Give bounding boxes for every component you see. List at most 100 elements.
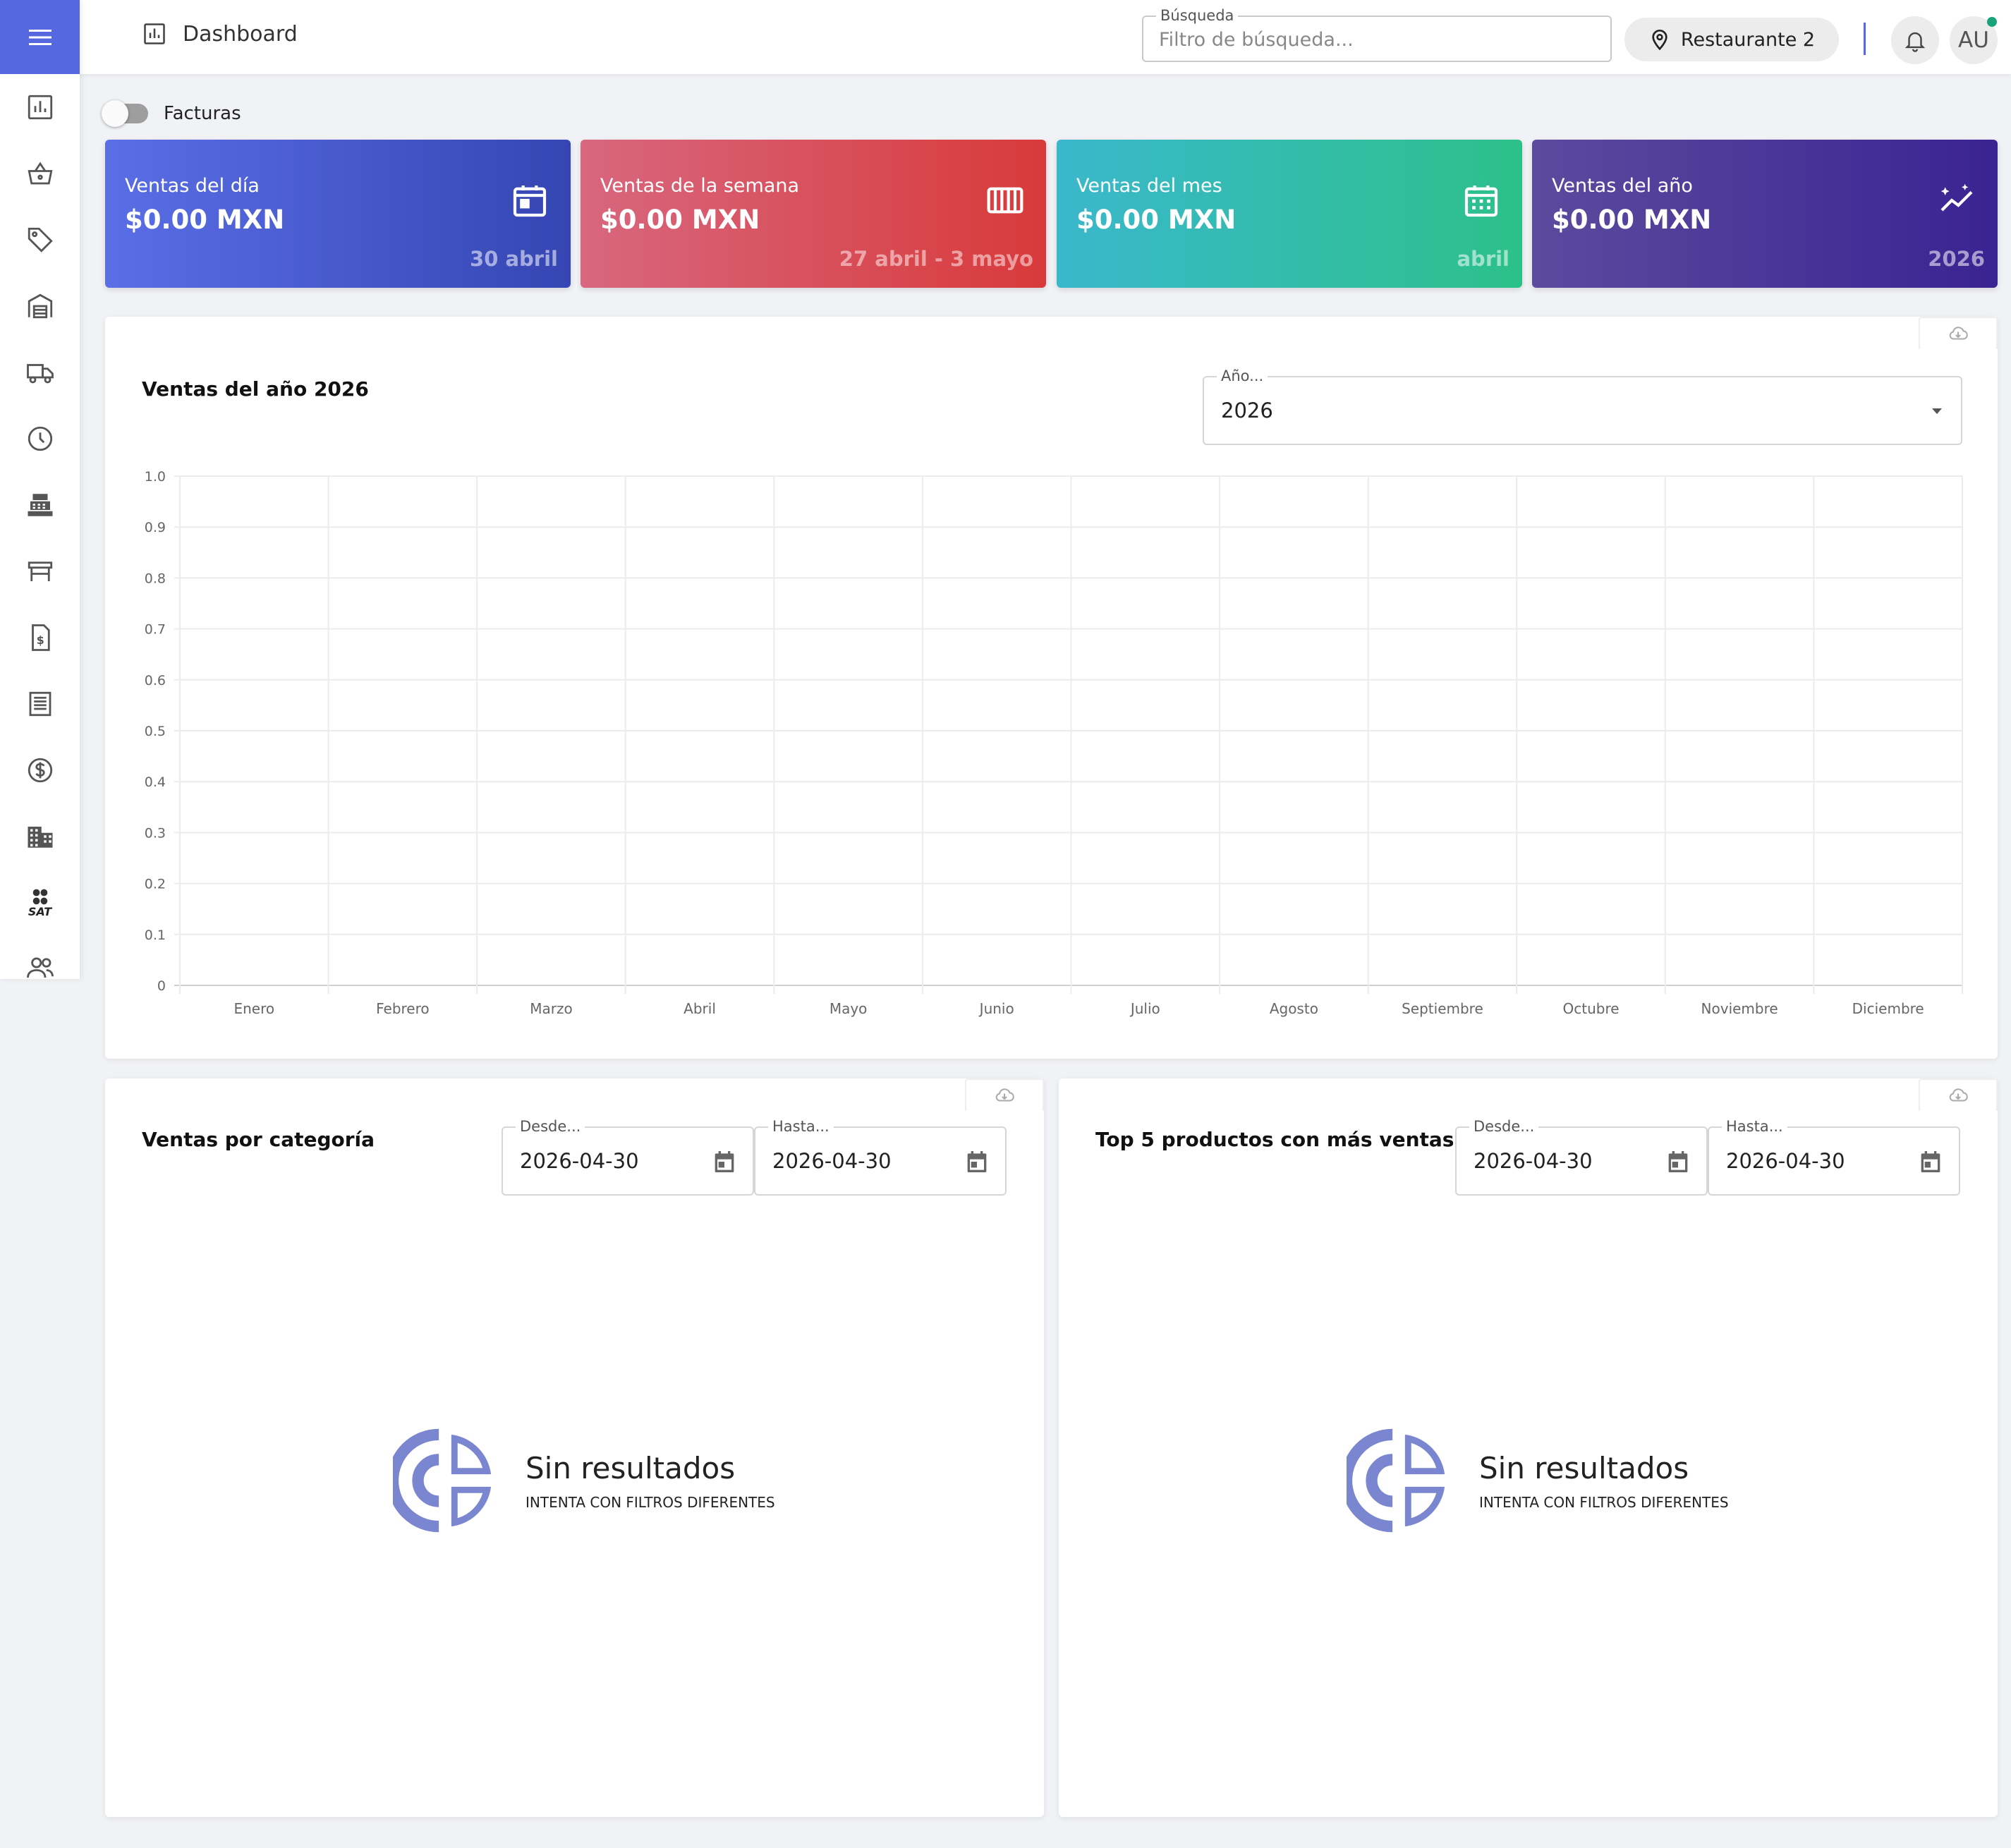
building-icon [28,827,52,848]
dollar-icon [28,758,52,783]
yearly-sales-panel: Ventas del año 2026 Año... 2026 0 0.1 0.2 0… [105,317,1998,1059]
to-legend: Hasta... [1722,1118,1787,1135]
invoices-toggle[interactable] [102,100,148,127]
sidebar-item-billing[interactable]: $ [0,616,80,659]
sidebar-item-warehouse[interactable] [0,285,80,327]
sidebar-item-users[interactable] [0,947,80,989]
y-tick-label: 0.7 [145,622,166,638]
sidebar-item-sat[interactable]: SAT [0,882,80,924]
page-title-group: Dashboard [142,21,298,47]
download-top-products-button[interactable] [1919,1078,1998,1111]
category-panel-title: Ventas por categoría [142,1128,375,1151]
category-to-date[interactable]: Hasta... 2026-04-30 [754,1118,1007,1196]
y-tick-label: 0.4 [145,774,166,790]
card-label: Ventas del día [125,175,260,197]
sidebar-item-receipts[interactable] [0,683,80,725]
top-from-date[interactable]: Desde... 2026-04-30 [1455,1118,1708,1196]
search-input[interactable] [1159,25,1582,54]
x-tick-label: Diciembre [1852,1000,1924,1017]
calendar-week-icon [987,187,1023,214]
card-value: $0.00 MXN [600,205,760,235]
sat-label: SAT [28,905,52,918]
empty-title: Sin resultados [525,1450,736,1485]
trend-sparkle-icon [1940,183,1973,212]
card-label: Ventas del mes [1076,175,1222,197]
yearly-sales-card: Ventas del año $0.00 MXN 2026 [1532,140,1998,288]
empty-results-logo-icon [393,1428,492,1533]
x-tick-label: Agosto [1270,1000,1318,1017]
x-tick-label: Octubre [1563,1000,1620,1017]
sidebar-item-sales[interactable] [0,152,80,195]
y-tick-label: 0.3 [145,825,166,841]
from-value: 2026-04-30 [520,1149,639,1173]
x-tick-label: Mayo [830,1000,868,1017]
sidebar-item-history[interactable] [0,418,80,460]
users-icon [26,957,54,978]
y-tick-label: 1.0 [145,469,166,485]
menu-button[interactable] [0,0,80,74]
to-value: 2026-04-30 [1726,1149,1845,1173]
sidebar-item-cash-register[interactable] [0,484,80,526]
header-divider [1864,23,1866,55]
y-tick-label: 0 [157,978,166,994]
sidebar-item-finance[interactable] [0,749,80,791]
daily-sales-card: Ventas del día $0.00 MXN 30 abril [105,140,571,288]
empty-title: Sin resultados [1479,1450,1689,1485]
cloud-download-icon [1949,1088,1968,1102]
empty-text-group: Sin resultados INTENTA CON FILTROS DIFER… [525,1451,775,1511]
category-sales-panel: Ventas por categoría Desde... 2026-04-30… [105,1078,1044,1817]
search-legend: Búsqueda [1156,7,1239,24]
card-label: Ventas de la semana [600,175,800,197]
svg-text:$: $ [36,633,44,647]
sidebar-item-products[interactable] [0,219,80,261]
top-to-date[interactable]: Hasta... 2026-04-30 [1708,1118,1960,1196]
card-period: 2026 [1928,247,1985,271]
location-pin-icon [1652,30,1667,51]
invoices-toggle-label: Facturas [164,103,241,124]
empty-subtitle: INTENTA CON FILTROS DIFERENTES [1479,1493,1729,1511]
receipt-icon [29,691,51,717]
sidebar-item-delivery[interactable] [0,351,80,394]
empty-state: Sin resultados INTENTA CON FILTROS DIFER… [393,1428,775,1533]
calendar-icon[interactable] [1916,1148,1945,1176]
from-value: 2026-04-30 [1474,1149,1593,1173]
online-status-dot [1987,17,1997,27]
category-from-date[interactable]: Desde... 2026-04-30 [502,1118,754,1196]
top-products-panel: Top 5 productos con más ventas Desde... … [1059,1078,1998,1817]
card-period: abril [1457,247,1509,271]
y-tick-label: 0.1 [145,928,166,943]
clock-icon [28,426,52,451]
x-tick-label: Febrero [376,1000,430,1017]
calendar-icon[interactable] [963,1148,991,1176]
weekly-sales-card: Ventas de la semana $0.00 MXN 27 abril -… [581,140,1046,288]
location-selector[interactable]: Restaurante 2 [1624,18,1839,61]
notifications-button[interactable] [1891,16,1939,64]
card-value: $0.00 MXN [125,205,285,235]
sidebar-item-branches[interactable] [0,815,80,858]
warehouse-icon [28,293,52,319]
cloud-download-icon [995,1088,1014,1102]
x-tick-label: Abril [684,1000,716,1017]
location-label: Restaurante 2 [1680,28,1816,51]
calendar-month-icon [1464,186,1498,217]
card-value: $0.00 MXN [1552,205,1712,235]
yearly-sales-chart: 0 0.1 0.2 0.3 0.4 0.5 0.6 0.7 0.8 0.9 1.0 Enero Febr… [145,469,1963,1017]
from-legend: Desde... [1469,1118,1539,1135]
sidebar: $ SAT [0,0,80,979]
card-value: $0.00 MXN [1076,205,1237,235]
card-period: 30 abril [470,247,558,271]
calendar-icon[interactable] [710,1148,739,1176]
sidebar-item-dashboard[interactable] [0,86,80,128]
empty-state: Sin resultados INTENTA CON FILTROS DIFER… [1347,1428,1729,1533]
download-category-button[interactable] [965,1078,1044,1111]
calendar-icon[interactable] [1664,1148,1692,1176]
y-tick-label: 0.9 [145,520,166,535]
hamburger-icon [28,29,51,45]
x-tick-label: Noviembre [1701,1000,1778,1017]
chart-icon [28,95,52,120]
sidebar-item-tables[interactable] [0,550,80,592]
search-field: Búsqueda [1142,7,1612,62]
monthly-sales-card: Ventas del mes $0.00 MXN abril [1057,140,1522,288]
top-products-title: Top 5 productos con más ventas [1095,1128,1454,1151]
y-tick-label: 0.6 [145,673,166,688]
